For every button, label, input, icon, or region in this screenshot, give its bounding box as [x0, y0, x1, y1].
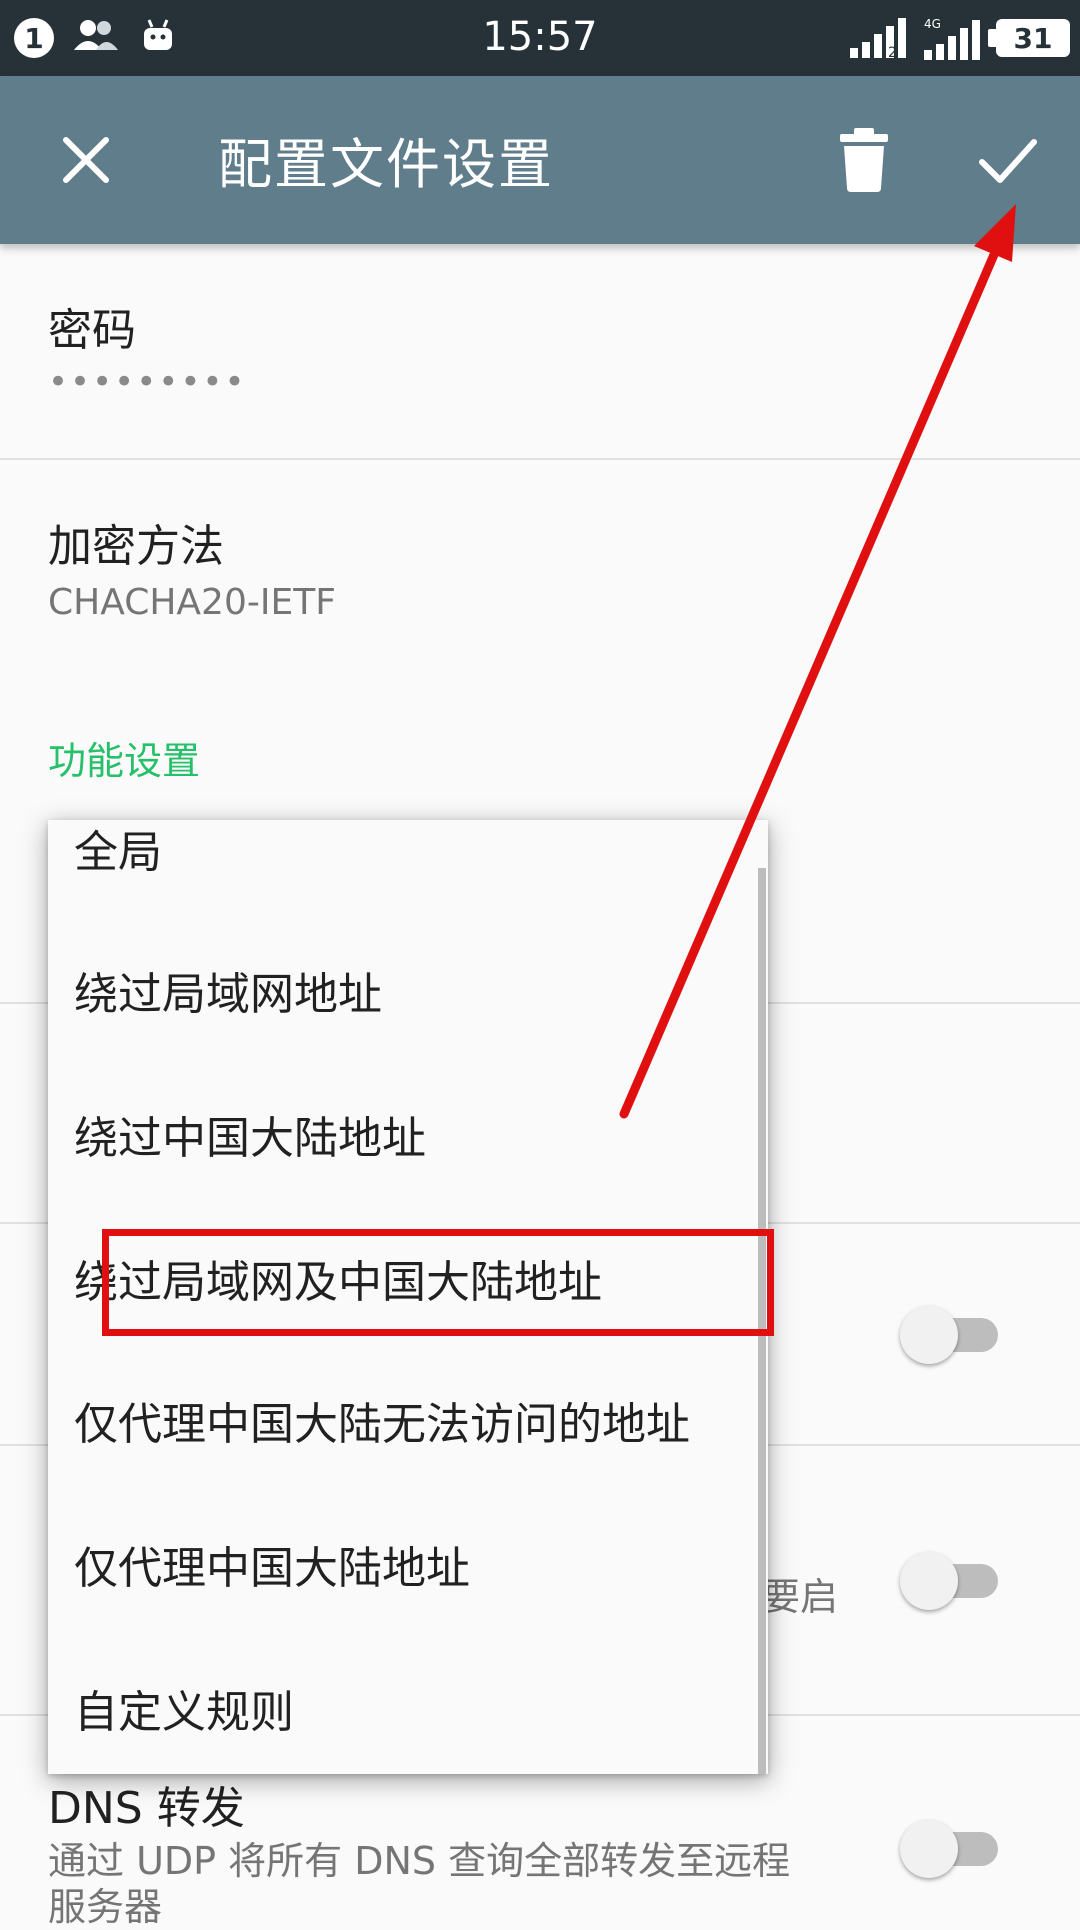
check-icon[interactable] — [976, 130, 1040, 190]
close-icon[interactable] — [56, 130, 116, 190]
category-feature-settings: 功能设置 — [48, 739, 201, 783]
battery-level: 31 — [1013, 21, 1053, 55]
delete-icon[interactable] — [836, 128, 892, 192]
route-option-global[interactable]: 全局 — [74, 820, 162, 880]
status-bar: 1 15:57 2 4G 31 — [0, 0, 1080, 76]
partial-summary: 要启 — [762, 1575, 839, 1619]
password-pref[interactable]: 密码 ••••••••• — [0, 244, 1080, 458]
password-title: 密码 — [48, 305, 136, 356]
toggle-switch[interactable] — [900, 1546, 1000, 1610]
encryption-value: CHACHA20-IETF — [48, 582, 336, 623]
route-option-bypass-china[interactable]: 绕过中国大陆地址 — [74, 1102, 426, 1166]
encryption-title: 加密方法 — [48, 521, 224, 572]
sim2-label: 2 — [888, 45, 897, 58]
toggle-thumb — [900, 1820, 958, 1878]
toggle-switch[interactable] — [900, 1300, 1000, 1364]
route-option-custom-rules[interactable]: 自定义规则 — [74, 1676, 294, 1740]
battery-icon: 31 — [988, 19, 1070, 57]
app-toolbar: 配置文件设置 — [0, 76, 1080, 244]
signal-4g-icon: 4G — [924, 17, 980, 60]
toggle-thumb — [900, 1306, 958, 1364]
encryption-pref[interactable]: 加密方法 CHACHA20-IETF — [0, 460, 1080, 680]
dns-forward-summary: 通过 UDP 将所有 DNS 查询全部转发至远程服务器 — [48, 1839, 791, 1929]
route-option-bypass-lan[interactable]: 绕过局域网地址 — [74, 958, 382, 1022]
page-title: 配置文件设置 — [218, 133, 554, 196]
network-label: 4G — [924, 17, 941, 31]
signal-sim2-icon: 2 — [850, 18, 906, 58]
route-option-china-only[interactable]: 仅代理中国大陆地址 — [74, 1532, 470, 1596]
dns-forward-title: DNS 转发 — [48, 1783, 245, 1834]
route-option-gfwlist[interactable]: 仅代理中国大陆无法访问的地址 — [74, 1388, 690, 1452]
highlight-box — [102, 1229, 774, 1336]
toggle-thumb — [900, 1552, 958, 1610]
password-value: ••••••••• — [48, 362, 247, 402]
dns-forward-toggle[interactable] — [900, 1814, 1000, 1878]
